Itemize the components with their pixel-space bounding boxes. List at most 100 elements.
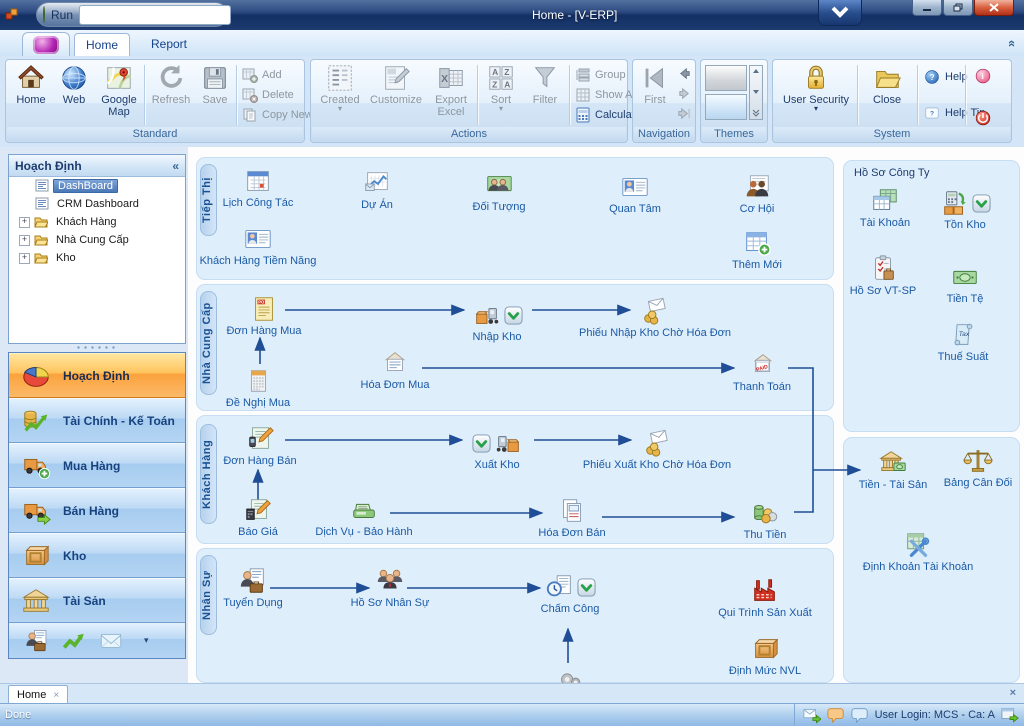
panel-collapse-button[interactable]: « (172, 159, 179, 173)
power-button[interactable] (973, 108, 993, 128)
google-map-button[interactable]: Google Map (96, 62, 142, 126)
mail-module-icon[interactable] (97, 628, 125, 654)
splitter-handle[interactable] (75, 345, 119, 351)
expand-icon[interactable]: + (19, 253, 30, 264)
switch-window-icon[interactable] (1001, 706, 1019, 724)
node-purchase-request[interactable]: Đề Nghị Mua (183, 366, 333, 409)
user-security-button[interactable]: User Security▾ (777, 62, 855, 126)
add-button[interactable]: Add (242, 66, 282, 84)
last-arrow-icon[interactable] (677, 106, 692, 121)
expand-icon[interactable]: + (19, 235, 30, 246)
node-goods-issue[interactable]: Xuất Kho (422, 428, 572, 471)
export-excel-button[interactable]: Export Excel (427, 62, 475, 126)
help-button[interactable]: Help (923, 68, 968, 86)
tree-item-warehouse[interactable]: +Kho (9, 249, 185, 267)
node-recruitment[interactable]: Tuyển Dụng (178, 566, 328, 609)
node-label: Hóa Đơn Mua (361, 379, 430, 391)
doc-tab-close-icon[interactable]: × (53, 690, 59, 701)
first-button[interactable]: First (635, 62, 675, 126)
node-opportunity[interactable]: Cơ Hội (682, 172, 832, 215)
node-purchase-order[interactable]: Đơn Hàng Mua (189, 294, 339, 337)
prev-arrow-icon[interactable] (677, 66, 692, 81)
theme-thumbnail-1[interactable] (705, 65, 747, 91)
titlebar-dropdown-button[interactable] (818, 0, 862, 26)
sidebar-module-buttons: Hoạch Định Tài Chính - Kế Toán Mua Hàng … (8, 352, 186, 659)
strip-close-icon[interactable]: × (1010, 687, 1016, 699)
refresh-button[interactable]: Refresh (148, 62, 194, 126)
tree-item-suppliers[interactable]: +Nhà Cung Cấp (9, 231, 185, 249)
run-button[interactable]: Run (51, 8, 73, 22)
themes-scrollbar[interactable] (749, 65, 763, 120)
node-sales-order[interactable]: Đơn Hàng Bán (185, 424, 335, 467)
home-button[interactable]: Home (10, 62, 52, 126)
sidebar-item-warehouse[interactable]: Kho (9, 533, 185, 578)
separator (477, 65, 478, 125)
node-purchase-invoice[interactable]: Hóa Đơn Mua (320, 348, 470, 391)
app-icon[interactable] (4, 6, 20, 22)
node-cash-assets[interactable]: Tiền - Tài Sản (848, 448, 938, 491)
node-collect-money[interactable]: Thu Tiền (690, 498, 840, 541)
maximize-button[interactable] (943, 0, 973, 16)
next-arrow-icon[interactable] (677, 86, 692, 101)
tree-item-customers[interactable]: +Khách Hàng (9, 213, 185, 231)
hr-module-icon[interactable] (23, 628, 51, 654)
chat-bubble-orange-icon[interactable] (827, 706, 845, 724)
node-currency[interactable]: Tiền Tệ (920, 262, 1010, 305)
node-hr-records[interactable]: Hồ Sơ Nhân Sự (315, 566, 465, 609)
node-receipt-awaiting-invoice[interactable]: Phiếu Nhập Kho Chờ Hóa Đơn (580, 296, 730, 339)
info-button[interactable] (973, 66, 993, 86)
node-timekeeping[interactable]: Chấm Công (495, 572, 645, 615)
tree-item-crm-dashboard[interactable]: CRM Dashboard (9, 195, 185, 213)
tree-item-dashboard[interactable]: DashBoard (9, 177, 185, 195)
customize-button[interactable]: Customize (367, 62, 425, 126)
doc-tab-home[interactable]: Home × (8, 685, 68, 704)
minimize-button[interactable] (912, 0, 942, 16)
node-item-records[interactable]: Hồ Sơ VT-SP (838, 254, 928, 297)
close-module-button[interactable]: Close (861, 62, 913, 126)
chat-bubble-blue-icon[interactable] (851, 706, 869, 724)
node-inventory[interactable]: Tồn Kho (920, 188, 1010, 231)
close-button[interactable] (974, 0, 1014, 16)
tab-report[interactable]: Report (133, 33, 205, 56)
node-issue-awaiting-invoice[interactable]: Phiếu Xuất Kho Chờ Hóa Đơn (582, 428, 732, 471)
show-all-button[interactable]: Show All (575, 86, 637, 104)
node-production-process[interactable]: Qui Trình Sản Xuất (690, 576, 840, 619)
sidebar-item-planning[interactable]: Hoạch Định (9, 353, 185, 398)
node-payment[interactable]: Thanh Toán (687, 350, 837, 393)
tab-home[interactable]: Home (74, 33, 130, 56)
created-button[interactable]: Created▾ (315, 62, 365, 126)
node-tax-rate[interactable]: Thuế Suất (918, 320, 1008, 363)
sidebar-item-purchasing[interactable]: Mua Hàng (9, 443, 185, 488)
web-button[interactable]: Web (54, 62, 94, 126)
node-goods-receipt[interactable]: Nhập Kho (422, 300, 572, 343)
more-modules-caret[interactable]: ▾ (144, 635, 149, 646)
sidebar-item-sales[interactable]: Bán Hàng (9, 488, 185, 533)
ribbon-collapse-button[interactable]: « (1005, 40, 1020, 47)
sort-button[interactable]: Sort▾ (481, 62, 521, 126)
finance-module-icon[interactable] (60, 628, 88, 654)
copy-new-button[interactable]: Copy New (242, 106, 313, 124)
node-accounts[interactable]: Tài Khoản (840, 186, 930, 229)
node-balance-sheet[interactable]: Bảng Cân Đối (933, 446, 1023, 489)
node-sales-invoice[interactable]: Hóa Đơn Bán (497, 496, 647, 539)
group-button[interactable]: Group (575, 66, 626, 84)
application-menu-button[interactable] (22, 32, 70, 57)
node-service-warranty[interactable]: Dịch Vụ - Bảo Hành (289, 495, 439, 538)
copy-icon (242, 107, 258, 123)
node-partners[interactable]: Đối Tượng (424, 170, 574, 213)
node-account-posting[interactable]: Định Khoản Tài Khoản (843, 530, 993, 573)
filter-button[interactable]: Filter (523, 62, 567, 126)
theme-thumbnail-2[interactable] (705, 94, 747, 120)
save-button[interactable]: Save (196, 62, 234, 126)
node-potential-customers[interactable]: Khách Hàng Tiềm Năng (183, 224, 333, 267)
node-material-norms[interactable]: Định Mức NVL (690, 634, 840, 677)
send-mail-icon[interactable] (803, 706, 821, 724)
separator (569, 65, 570, 125)
sidebar-item-assets[interactable]: Tài Sản (9, 578, 185, 623)
delete-button[interactable]: Delete (242, 86, 294, 104)
node-add-new[interactable]: Thêm Mới (682, 228, 832, 271)
sidebar-item-finance-accounting[interactable]: Tài Chính - Kế Toán (9, 398, 185, 443)
quick-run-input[interactable] (79, 5, 231, 25)
expand-icon[interactable]: + (19, 217, 30, 228)
save-icon (200, 63, 230, 93)
